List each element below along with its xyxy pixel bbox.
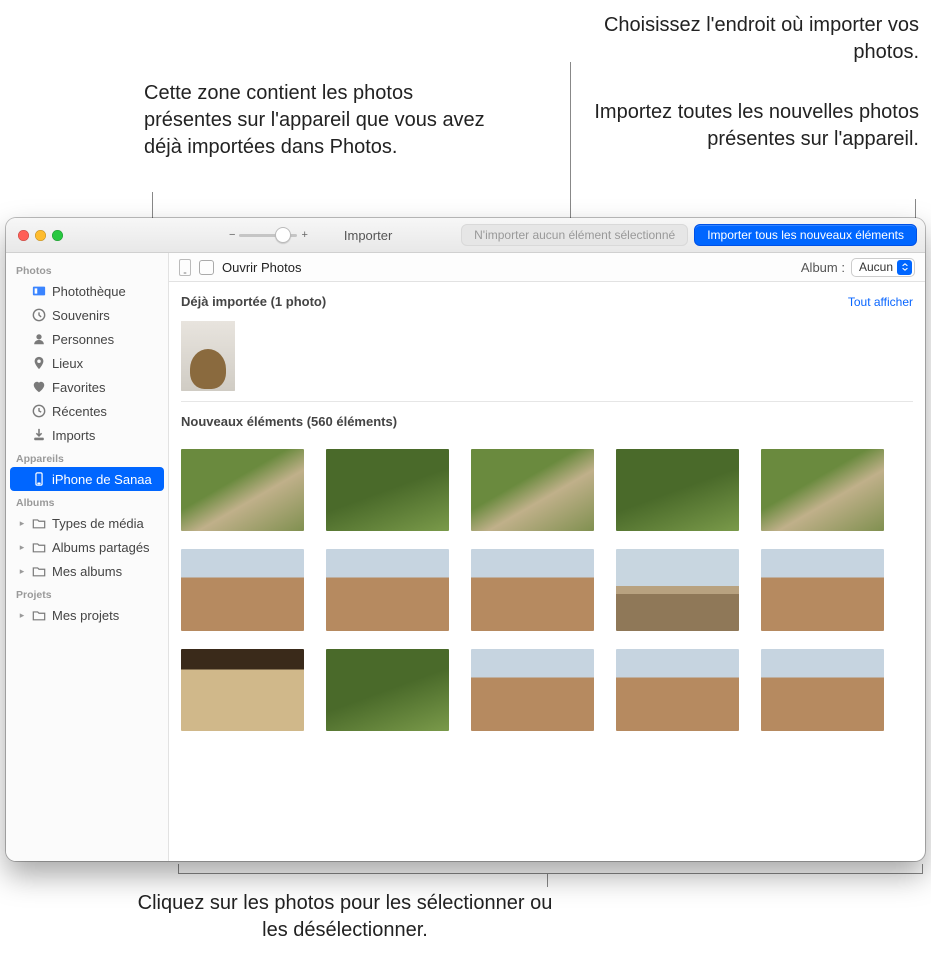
sidebar: Photos Photothèque Souvenirs Personnes L… [6, 253, 169, 861]
section-already-title: Déjà importée (1 photo) [181, 294, 326, 309]
slider-thumb[interactable] [275, 227, 291, 243]
photo-thumb[interactable] [326, 549, 449, 631]
device-phone-icon [179, 259, 191, 276]
photo-thumb[interactable] [326, 649, 449, 731]
sidebar-item-device[interactable]: iPhone de Sanaa [10, 467, 164, 491]
sidebar-item-label: Récentes [52, 404, 107, 419]
leader-line [922, 864, 923, 873]
sidebar-heading-photos: Photos [6, 259, 168, 279]
photo-thumb[interactable] [471, 549, 594, 631]
chevron-right-icon[interactable]: ▸ [18, 610, 26, 621]
sidebar-item-label: Personnes [52, 332, 114, 347]
sidebar-item-shared-albums[interactable]: ▸ Albums partagés [10, 535, 164, 559]
photo-thumb[interactable] [761, 649, 884, 731]
iphone-icon [32, 472, 46, 486]
chevron-updown-icon [897, 260, 912, 275]
minimize-icon[interactable] [35, 230, 46, 241]
options-bar: Ouvrir Photos Album : Aucun [169, 253, 925, 282]
import-icon [32, 428, 46, 442]
photo-thumb[interactable] [761, 449, 884, 531]
places-icon [32, 356, 46, 370]
sidebar-item-places[interactable]: Lieux [10, 351, 164, 375]
sidebar-item-recent[interactable]: Récentes [10, 399, 164, 423]
content-scroll[interactable]: Déjà importée (1 photo) Tout afficher No… [169, 282, 925, 861]
folder-icon [32, 564, 46, 578]
folder-icon [32, 516, 46, 530]
photo-thumb[interactable] [326, 449, 449, 531]
callout-select: Cliquez sur les photos pour les sélectio… [130, 890, 560, 944]
callout-import-destination: Choisissez l'endroit où importer vos pho… [589, 12, 919, 66]
zoom-in-icon[interactable]: + [301, 229, 307, 241]
sidebar-item-label: Mes projets [52, 608, 119, 623]
sidebar-item-people[interactable]: Personnes [10, 327, 164, 351]
traffic-lights[interactable] [14, 230, 63, 241]
sidebar-item-imports[interactable]: Imports [10, 423, 164, 447]
folder-icon [32, 540, 46, 554]
close-icon[interactable] [18, 230, 29, 241]
main-pane: Ouvrir Photos Album : Aucun Déjà importé… [169, 253, 925, 861]
photo-thumb[interactable] [616, 449, 739, 531]
photo-thumb[interactable] [761, 549, 884, 631]
sidebar-item-my-albums[interactable]: ▸ Mes albums [10, 559, 164, 583]
sidebar-item-label: Albums partagés [52, 540, 150, 555]
album-select[interactable]: Aucun [851, 258, 915, 277]
sidebar-item-label: Favorites [52, 380, 105, 395]
sidebar-item-my-projects[interactable]: ▸ Mes projets [10, 603, 164, 627]
photos-window: − + Importer N'importer aucun élément sé… [6, 218, 925, 861]
already-imported-thumb[interactable] [181, 321, 235, 391]
photo-thumb[interactable] [616, 649, 739, 731]
album-select-value: Aucun [859, 260, 893, 274]
callout-import-all: Importez toutes les nouvelles photos pré… [575, 99, 919, 153]
photo-thumb[interactable] [181, 449, 304, 531]
photo-thumb[interactable] [181, 649, 304, 731]
zoom-slider[interactable]: − + [229, 229, 308, 241]
sidebar-item-label: Lieux [52, 356, 83, 371]
chevron-right-icon[interactable]: ▸ [18, 566, 26, 577]
sidebar-item-memories[interactable]: Souvenirs [10, 303, 164, 327]
folder-icon [32, 608, 46, 622]
callout-already-imported: Cette zone contient les photos présentes… [144, 80, 504, 161]
fullscreen-icon[interactable] [52, 230, 63, 241]
library-icon [32, 284, 46, 298]
sidebar-item-label: Imports [52, 428, 95, 443]
sidebar-heading-projects: Projets [6, 583, 168, 603]
photo-thumb[interactable] [616, 549, 739, 631]
sidebar-item-media-types[interactable]: ▸ Types de média [10, 511, 164, 535]
sidebar-item-library[interactable]: Photothèque [10, 279, 164, 303]
sidebar-heading-albums: Albums [6, 491, 168, 511]
new-items-grid [181, 435, 913, 731]
leader-line [178, 864, 179, 873]
leader-line [547, 873, 548, 887]
sidebar-item-label: iPhone de Sanaa [52, 472, 152, 487]
open-photos-label: Ouvrir Photos [222, 260, 301, 275]
chevron-right-icon[interactable]: ▸ [18, 542, 26, 553]
section-new-title: Nouveaux éléments (560 éléments) [181, 414, 397, 429]
clock-icon [32, 404, 46, 418]
sidebar-item-label: Types de média [52, 516, 144, 531]
sidebar-item-label: Souvenirs [52, 308, 110, 323]
people-icon [32, 332, 46, 346]
sidebar-item-label: Mes albums [52, 564, 122, 579]
sidebar-heading-devices: Appareils [6, 447, 168, 467]
sidebar-item-favorites[interactable]: Favorites [10, 375, 164, 399]
photo-thumb[interactable] [181, 549, 304, 631]
photo-thumb[interactable] [471, 449, 594, 531]
sidebar-item-label: Photothèque [52, 284, 126, 299]
album-label: Album : [801, 260, 845, 275]
toolbar-title: Importer [344, 228, 392, 243]
zoom-out-icon[interactable]: − [229, 229, 235, 241]
leader-line [178, 873, 923, 874]
import-all-button[interactable]: Importer tous les nouveaux éléments [694, 224, 917, 246]
memories-icon [32, 308, 46, 322]
open-photos-checkbox[interactable] [199, 260, 214, 275]
chevron-right-icon[interactable]: ▸ [18, 518, 26, 529]
titlebar: − + Importer N'importer aucun élément sé… [6, 218, 925, 253]
photo-thumb[interactable] [471, 649, 594, 731]
import-selected-button[interactable]: N'importer aucun élément sélectionné [461, 224, 688, 246]
heart-icon [32, 380, 46, 394]
show-all-link[interactable]: Tout afficher [848, 295, 913, 309]
